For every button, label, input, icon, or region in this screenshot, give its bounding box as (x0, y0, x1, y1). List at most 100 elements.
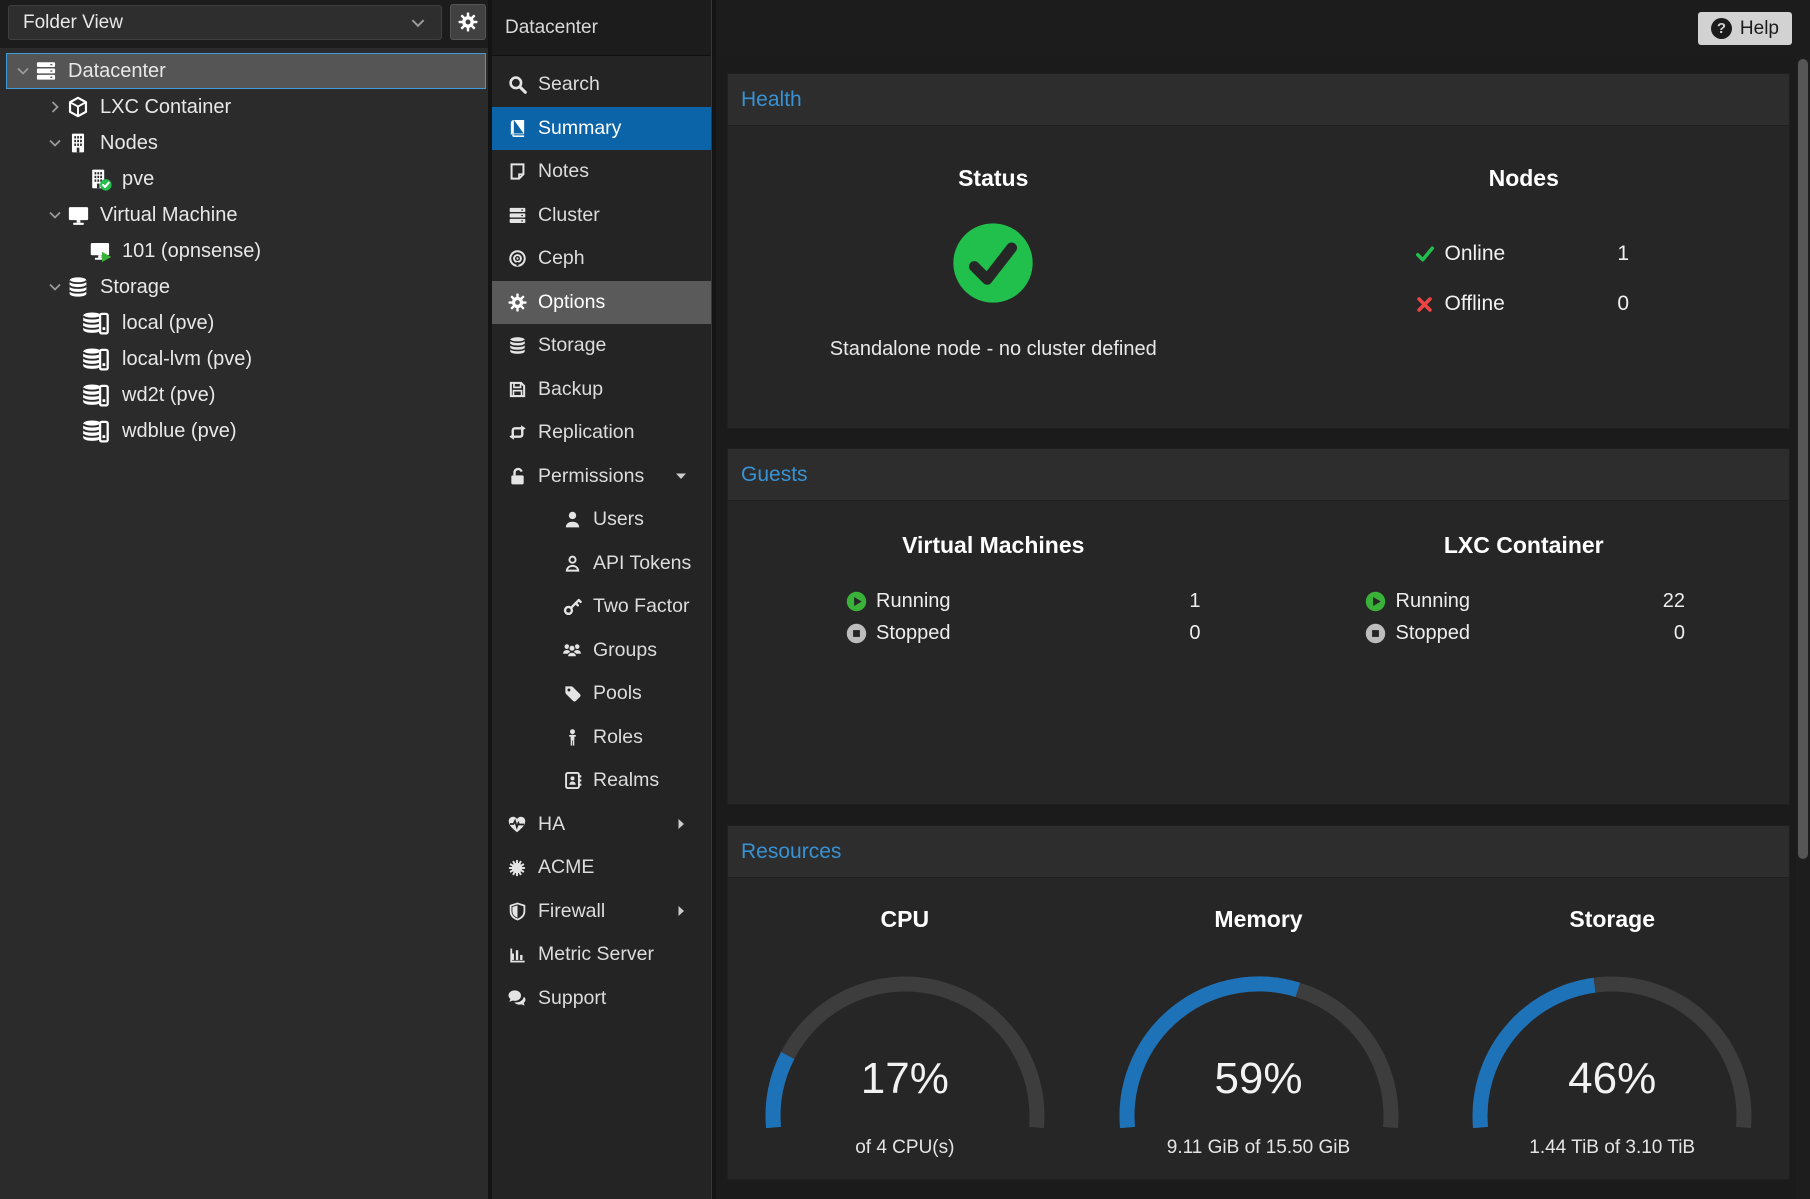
cluster-icon (505, 206, 529, 225)
database-drive-icon (79, 310, 113, 336)
menu-item-notes[interactable]: Notes (492, 150, 711, 194)
menu-item-firewall[interactable]: Firewall (492, 890, 711, 934)
tree-item-virtual-machine[interactable]: Virtual Machine (6, 197, 486, 233)
tree-item-datacenter[interactable]: Datacenter (6, 53, 486, 89)
tree-settings-button[interactable] (450, 4, 486, 40)
tree-item-storage-local[interactable]: local (pve) (6, 305, 486, 341)
chevron-down-icon (409, 14, 427, 32)
tree-item-label: 101 (opnsense) (122, 240, 261, 263)
chevron-down-icon[interactable] (45, 135, 65, 151)
menu-item-summary[interactable]: Summary (492, 107, 711, 151)
memory-gauge-value: 59% (1109, 1054, 1409, 1104)
tree-toolbar: Folder View (0, 0, 488, 48)
health-title: Health (741, 88, 802, 112)
tree-item-storage[interactable]: Storage (6, 269, 486, 305)
guests-lxc-column: LXC Container Running 22 Stopped 0 (1259, 501, 1790, 804)
tree-item-storage-wdblue[interactable]: wdblue (pve) (6, 413, 486, 449)
chevron-down-icon[interactable] (45, 207, 65, 223)
menu-item-replication[interactable]: Replication (492, 411, 711, 455)
shield-icon (505, 902, 529, 921)
menu-item-search[interactable]: Search (492, 63, 711, 107)
content-scrollbar (1796, 55, 1810, 1199)
gear-icon (458, 12, 478, 32)
bar-chart-icon (505, 945, 529, 964)
datacenter-menu-panel: Datacenter Search Summary Notes Cluster … (492, 0, 712, 1199)
floppy-icon (505, 380, 529, 399)
menu-item-roles[interactable]: Roles (492, 716, 711, 760)
lxc-running-count: 22 (1663, 590, 1685, 613)
tree-item-label: LXC Container (100, 96, 231, 119)
tree-item-pve[interactable]: pve (6, 161, 486, 197)
tree-item-lxc-container[interactable]: LXC Container (6, 89, 486, 125)
cross-icon (1413, 295, 1437, 314)
tree-item-storage-wd2t[interactable]: wd2t (pve) (6, 377, 486, 413)
guests-vm-column: Virtual Machines Running 1 Stopped 0 (728, 501, 1259, 804)
circle-check-icon (951, 221, 1035, 305)
vm-heading: Virtual Machines (728, 531, 1259, 559)
menu-item-metric-server[interactable]: Metric Server (492, 933, 711, 977)
caret-down-icon[interactable] (673, 468, 689, 484)
database-drive-icon (79, 382, 113, 408)
caret-right-icon[interactable] (673, 903, 689, 919)
chevron-down-icon[interactable] (45, 279, 65, 295)
menu-item-cluster[interactable]: Cluster (492, 194, 711, 238)
menu-item-api-tokens[interactable]: API Tokens (492, 542, 711, 586)
menu-item-permissions[interactable]: Permissions (492, 455, 711, 499)
address-book-icon (560, 771, 584, 790)
note-icon (505, 162, 529, 181)
menu-item-options[interactable]: Options (492, 281, 711, 325)
menu-item-ha[interactable]: HA (492, 803, 711, 847)
key-icon (560, 597, 584, 616)
menu-item-pools[interactable]: Pools (492, 672, 711, 716)
menu-item-acme[interactable]: ACME (492, 846, 711, 890)
tree-item-storage-local-lvm[interactable]: local-lvm (pve) (6, 341, 486, 377)
storage-gauge-title: Storage (1569, 906, 1655, 932)
user-outline-icon (560, 554, 584, 573)
status-message: Standalone node - no cluster defined (830, 337, 1157, 361)
help-button[interactable]: ? Help (1698, 12, 1792, 45)
comments-icon (505, 988, 529, 1008)
help-label: Help (1740, 18, 1779, 40)
offline-count: 0 (1617, 292, 1629, 316)
storage-gauge-column: Storage 46% 1.44 TiB of 3.10 TiB (1435, 878, 1789, 1179)
chevron-right-icon[interactable] (45, 99, 65, 115)
lxc-running-row: Running 22 (1363, 585, 1686, 617)
menu-item-support[interactable]: Support (492, 977, 711, 1021)
summary-content: Health Status Standalone node - no clust… (716, 55, 1796, 1199)
tree-item-vm-101[interactable]: 101 (opnsense) (6, 233, 486, 269)
book-icon (505, 119, 529, 138)
check-icon (1413, 244, 1437, 264)
play-circle-icon (1363, 591, 1389, 612)
cpu-gauge-sublabel: of 4 CPU(s) (855, 1138, 954, 1158)
menu-item-ceph[interactable]: Ceph (492, 237, 711, 281)
menu-title: Datacenter (505, 17, 598, 39)
resources-title: Resources (741, 840, 841, 864)
user-icon (560, 510, 584, 529)
status-heading: Status (958, 164, 1028, 192)
menu-list: Search Summary Notes Cluster Ceph Option… (492, 56, 711, 1020)
menu-item-storage[interactable]: Storage (492, 324, 711, 368)
menu-header: Datacenter (492, 0, 711, 56)
acme-icon (505, 859, 529, 877)
menu-item-groups[interactable]: Groups (492, 629, 711, 673)
tree-item-label: pve (122, 168, 154, 191)
tag-icon (560, 684, 584, 703)
cpu-gauge-title: CPU (881, 906, 930, 932)
chevron-down-icon[interactable] (13, 63, 33, 79)
person-icon (560, 728, 584, 747)
building-check-icon (87, 168, 113, 191)
scrollbar-thumb[interactable] (1798, 59, 1808, 859)
nodes-offline-row: Offline 0 (1413, 279, 1630, 329)
menu-item-users[interactable]: Users (492, 498, 711, 542)
view-mode-select[interactable]: Folder View (8, 5, 442, 40)
health-nodes-column: Nodes Online 1 Offline 0 (1259, 126, 1790, 428)
cpu-gauge: 17% (755, 956, 1055, 1136)
lxc-stopped-row: Stopped 0 (1363, 617, 1686, 649)
tree-item-nodes[interactable]: Nodes (6, 125, 486, 161)
caret-right-icon[interactable] (673, 816, 689, 832)
search-icon (505, 75, 529, 94)
menu-item-two-factor[interactable]: Two Factor (492, 585, 711, 629)
menu-item-realms[interactable]: Realms (492, 759, 711, 803)
tree-item-label: wdblue (pve) (122, 420, 237, 443)
menu-item-backup[interactable]: Backup (492, 368, 711, 412)
